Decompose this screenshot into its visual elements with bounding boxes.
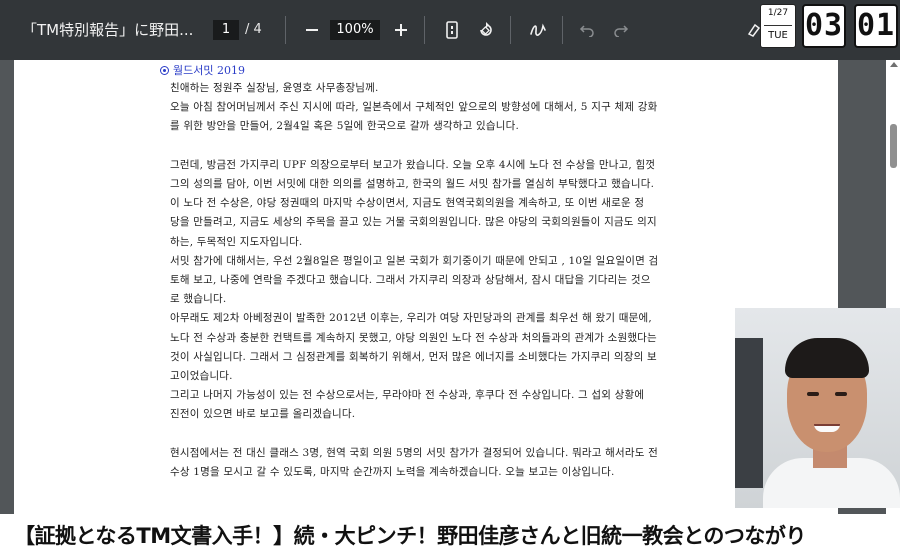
pdf-page: 월드서밋 2019 친애하는 정원주 실장님, 윤영호 사무총장님께. 오늘 아침… bbox=[14, 60, 838, 514]
document-line: 이 노다 전 수상은, 야당 정권때의 마지막 수상이면서, 지금도 현역국회의… bbox=[170, 197, 645, 210]
webcam-overlay bbox=[735, 308, 900, 508]
toolbar-divider bbox=[424, 16, 425, 44]
draw-button[interactable] bbox=[526, 18, 550, 42]
document-line: 아무래도 제2차 아베정권이 발족한 2012년 이후는, 우리가 여당 자민당… bbox=[170, 312, 652, 325]
document-line: 현시점에서는 전 대신 클래스 3명, 현역 국회 의원 5명의 서밋 참가가 … bbox=[170, 446, 659, 459]
undo-button[interactable] bbox=[575, 18, 599, 42]
zoom-out-button[interactable] bbox=[300, 18, 324, 42]
undo-icon bbox=[579, 25, 594, 37]
document-line: 그런데, 방금전 가지쿠리 UPF 의장으로부터 보고가 왔습니다. 오늘 오후… bbox=[170, 158, 656, 171]
document-line: 오늘 아침 참어머님께서 주신 지시에 따라, 일본측에서 구체적인 앞으로의 … bbox=[170, 101, 658, 114]
document-line: 노다 전 수상과 충분한 컨택트를 계속하지 못했고, 야당 의원인 노다 전 … bbox=[170, 331, 657, 344]
scroll-up-arrow[interactable] bbox=[890, 62, 898, 67]
document-heading-text: 월드서밋 2019 bbox=[173, 64, 245, 77]
video-caption: 【証拠となるTM文書入手！】続・大ピンチ！野田佳彦さんと旧統一教会とのつながり bbox=[14, 524, 806, 548]
document-line: 친애하는 정원주 실장님, 윤영호 사무총장님께. bbox=[170, 82, 379, 94]
rotate-button[interactable] bbox=[474, 18, 498, 42]
plus-icon bbox=[395, 24, 407, 36]
document-line: 고이었습니다. bbox=[170, 370, 233, 382]
document-line: 서밋 참가에 대해서는, 우선 2월8일은 평일이고 일본 국회가 회기중이기 … bbox=[170, 254, 659, 267]
minus-icon bbox=[306, 29, 318, 31]
document-line: 하는, 두목적인 지도자입니다. bbox=[170, 235, 303, 248]
webcam-eye-right bbox=[835, 392, 847, 396]
page-number-input[interactable]: 1 bbox=[213, 20, 239, 40]
clock-hours: 03 bbox=[802, 4, 846, 48]
video-caption-bar: 【証拠となるTM文書入手！】続・大ピンチ！野田佳彦さんと旧統一教会とのつながり bbox=[0, 514, 900, 554]
fit-page-button[interactable] bbox=[440, 18, 464, 42]
toolbar-divider bbox=[562, 16, 563, 44]
webcam-shelf bbox=[735, 338, 763, 488]
fit-page-icon bbox=[446, 21, 458, 39]
calendar-date: 1/27 bbox=[767, 8, 789, 18]
document-line: 당을 만들려고, 지금도 세상의 주목을 끌고 있는 거물 국회의원입니다. 많… bbox=[170, 216, 657, 229]
toolbar-divider bbox=[285, 16, 286, 44]
document-line: 것이 사실입니다. 그래서 그 심정관계를 회복하기 위해서, 먼저 많은 에너… bbox=[170, 350, 657, 363]
document-line: 를 위한 방안을 만들어, 2월4일 혹은 5일에 한국으로 갈까 생각하고 있… bbox=[170, 120, 520, 133]
webcam-eye-left bbox=[807, 392, 819, 396]
redo-icon bbox=[614, 25, 629, 37]
document-heading: 월드서밋 2019 bbox=[160, 62, 245, 78]
page-total: / 4 bbox=[245, 22, 262, 37]
document-line: 진전이 있으면 바로 보고를 올리겠습니다. bbox=[170, 408, 356, 421]
clock-minutes: 01 bbox=[854, 4, 898, 48]
document-line: 토해 보고, 나중에 연락을 주겠다고 했습니다. 그래서 가지쿠리 의장과 상… bbox=[170, 274, 651, 286]
webcam-hair bbox=[785, 338, 869, 378]
toolbar-divider bbox=[510, 16, 511, 44]
document-line: 수상 1명을 모시고 갈 수 있도록, 마지막 순간까지 노력을 계속하겠습니다… bbox=[170, 466, 615, 478]
calendar-weekday: TUE bbox=[768, 30, 788, 41]
target-bullet-icon bbox=[160, 66, 169, 75]
redo-button[interactable] bbox=[609, 18, 633, 42]
draw-icon bbox=[530, 23, 546, 36]
webcam-mouth bbox=[814, 424, 840, 432]
scrollbar-thumb[interactable] bbox=[890, 124, 897, 168]
clock-overlay: 1/27 TUE 03 01 bbox=[760, 4, 898, 48]
document-line: 로 했습니다. bbox=[170, 293, 227, 306]
zoom-in-button[interactable] bbox=[389, 18, 413, 42]
document-line: 그리고 나머지 가능성이 있는 전 수상으로서는, 무라야마 전 수상과, 후쿠… bbox=[170, 389, 645, 402]
calendar-divider bbox=[764, 25, 792, 26]
rotate-icon bbox=[480, 22, 492, 36]
document-title: 「TM特別報告」に野田... bbox=[22, 21, 194, 39]
zoom-level-input[interactable]: 100% bbox=[330, 20, 380, 40]
document-line: 그의 성의를 담아, 이번 서밋에 대한 의의를 설명하고, 한국의 월드 서밋… bbox=[170, 178, 655, 190]
calendar-badge: 1/27 TUE bbox=[760, 4, 796, 48]
